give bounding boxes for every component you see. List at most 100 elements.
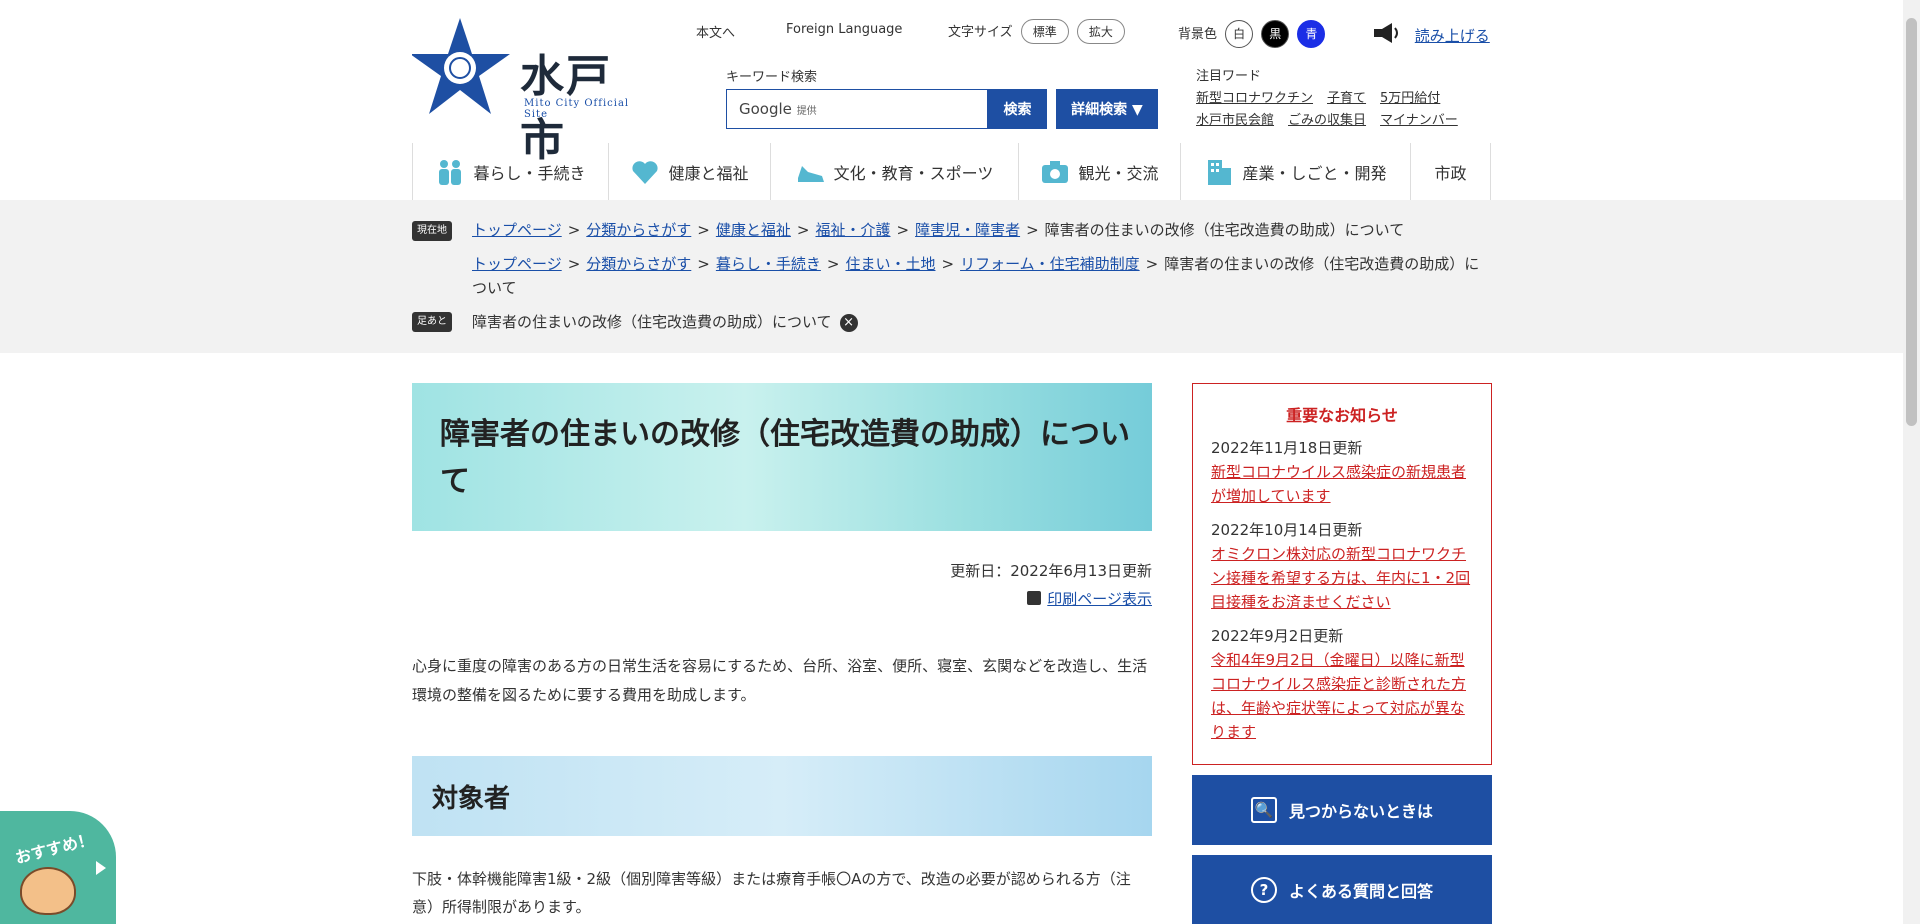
current-location-tag: 現在地 <box>412 221 452 241</box>
recommend-label: おすすめ！ <box>13 829 96 868</box>
google-label: Google <box>739 100 792 118</box>
foreign-language-link[interactable]: Foreign Language <box>786 22 902 37</box>
nav-item-city-admin[interactable]: 市政 <box>1410 143 1491 200</box>
hot-words: 注目ワード 新型コロナワクチン 子育て 5万円給付 水戸市民会館 ごみの収集日 マイナン… <box>1196 66 1472 132</box>
breadcrumb-link[interactable]: 健康と福祉 <box>716 221 791 239</box>
nav-label: 産業・しごと・開発 <box>1242 163 1387 183</box>
footprint-tag: 足あと <box>412 312 452 332</box>
nav-label: 市政 <box>1434 163 1467 183</box>
page-scrollbar[interactable] <box>1903 0 1920 924</box>
hot-words-label: 注目ワード <box>1196 69 1262 84</box>
nav-label: 暮らし・手続き <box>473 163 586 183</box>
mascot-icon <box>20 867 76 915</box>
shoe-icon <box>796 158 826 186</box>
notice-link[interactable]: 新型コロナウイルス感染症の新規患者が増加しています <box>1211 460 1473 508</box>
notice-date: 2022年9月2日更新 <box>1211 627 1344 645</box>
megaphone-icon <box>1372 22 1402 43</box>
read-aloud[interactable]: 読み上げる <box>1372 22 1490 46</box>
breadcrumb-current: 障害者の住まいの改修（住宅改造費の助成）について <box>1044 221 1405 239</box>
notice-date: 2022年11月18日更新 <box>1211 439 1363 457</box>
hot-word-link[interactable]: 新型コロナワクチン <box>1196 91 1313 106</box>
hot-word-link[interactable]: マイナンバー <box>1380 113 1458 128</box>
heart-icon <box>630 158 660 186</box>
section-heading-band: 対象者 <box>412 756 1152 836</box>
font-size-label: 文字サイズ <box>948 25 1013 40</box>
print-page-link[interactable]: 印刷ページ表示 <box>1047 590 1152 608</box>
not-found-label: 見つからないときは <box>1288 802 1433 821</box>
nav-label: 健康と福祉 <box>668 163 749 183</box>
breadcrumb-link[interactable]: トップページ <box>472 255 562 273</box>
faq-button[interactable]: ? よくある質問と回答 <box>1192 855 1492 924</box>
site-header: 水戸市 Mito City Official Site 本文へ Foreign … <box>0 0 1920 200</box>
site-logo[interactable]: 水戸市 Mito City Official Site <box>412 16 652 166</box>
intro-text: 心身に重度の障害のある方の日常生活を容易にするため、台所、浴室、便所、寝室、玄関… <box>412 657 1148 704</box>
search-document-icon: 🔍 <box>1250 797 1277 823</box>
advanced-search-button[interactable]: 詳細検索 ▼ <box>1056 89 1158 129</box>
bg-blue-button[interactable]: 青 <box>1297 20 1326 48</box>
mito-star-icon <box>412 18 510 114</box>
bg-white-button[interactable]: 白 <box>1225 20 1254 48</box>
breadcrumb-trail-2: トップページ > 分類からさがす > 暮らし・手続き > 住まい・土地 > リフォーム・住宅補助… <box>472 255 1480 297</box>
nav-label: 文化・教育・スポーツ <box>833 163 994 183</box>
play-arrow-icon <box>96 861 106 875</box>
breadcrumb-trail-1: トップページ > 分類からさがす > 健康と福祉 > 福祉・介護 > 障害児・障害者 > 障害者の住… <box>472 221 1405 239</box>
notice-link[interactable]: 令和4年9月2日（金曜日）以降に新型コロナウイルス感染症と診断された方は、年齢や… <box>1211 648 1473 744</box>
breadcrumb-link[interactable]: 分類からさがす <box>586 221 691 239</box>
nav-label: 観光・交流 <box>1078 163 1159 183</box>
close-icon[interactable]: × <box>839 313 858 332</box>
scrollbar-thumb[interactable] <box>1906 18 1917 426</box>
provider-note: 提供 <box>796 106 817 117</box>
hot-word-link[interactable]: 水戸市民会館 <box>1196 113 1274 128</box>
notice-title: 重要なお知らせ <box>1286 406 1398 425</box>
question-icon: ? <box>1250 877 1277 903</box>
section-heading: 対象者 <box>432 784 511 814</box>
hot-word-link[interactable]: 子育て <box>1327 91 1366 106</box>
important-notice: 重要なお知らせ 2022年11月18日更新 新型コロナウイルス感染症の新規患者が… <box>1192 383 1492 765</box>
skip-to-content-link[interactable]: 本文へ <box>696 22 735 41</box>
search-button[interactable]: 検索 <box>988 89 1047 129</box>
nav-item-living[interactable]: 暮らし・手続き <box>412 143 608 200</box>
nav-item-industry[interactable]: 産業・しごと・開発 <box>1180 143 1410 200</box>
keyword-search-label: キーワード検索 <box>726 70 818 85</box>
breadcrumb-link[interactable]: 暮らし・手続き <box>716 255 821 273</box>
font-size-standard-button[interactable]: 標準 <box>1020 19 1069 44</box>
breadcrumb-link[interactable]: 住まい・土地 <box>845 255 935 273</box>
hot-word-link[interactable]: ごみの収集日 <box>1288 113 1366 128</box>
nav-item-culture[interactable]: 文化・教育・スポーツ <box>770 143 1018 200</box>
page-title: 障害者の住まいの改修（住宅改造費の助成）について <box>440 417 1130 499</box>
breadcrumb-link[interactable]: 分類からさがす <box>586 255 691 273</box>
breadcrumb-link[interactable]: トップページ <box>472 221 562 239</box>
bg-color-label: 背景色 <box>1178 27 1218 42</box>
breadcrumb: 現在地 トップページ > 分類からさがす > 健康と福祉 > 福祉・介護 > 障害児・障害者 > 障… <box>0 200 1920 353</box>
breadcrumb-link[interactable]: 障害児・障害者 <box>915 221 1020 239</box>
target-text: 下肢・体幹機能障害1級・2級（個別障害等級）または療育手帳〇Aの方で、改造の必要… <box>412 870 1131 916</box>
page-title-band: 障害者の住まいの改修（住宅改造費の助成）について <box>412 383 1152 531</box>
nav-item-health[interactable]: 健康と福祉 <box>608 143 770 200</box>
bg-black-button[interactable]: 黒 <box>1261 20 1290 48</box>
printer-icon <box>1027 591 1042 605</box>
font-size-large-button[interactable]: 拡大 <box>1076 19 1125 44</box>
search-provider: Google 提供 <box>739 100 817 118</box>
font-size-control: 文字サイズ 標準 拡大 <box>948 19 1125 44</box>
recommend-widget[interactable]: おすすめ！ <box>0 811 116 924</box>
search-input[interactable]: Google 提供 <box>726 89 988 129</box>
footprint-item[interactable]: 障害者の住まいの改修（住宅改造費の助成）について <box>472 313 832 331</box>
print-link[interactable]: 印刷ページ表示 <box>760 588 1152 609</box>
footprint-trail: 障害者の住まいの改修（住宅改造費の助成）について × <box>472 310 1492 334</box>
logo-subtitle: Mito City Official Site <box>524 98 630 120</box>
nav-item-tourism[interactable]: 観光・交流 <box>1018 143 1180 200</box>
notice-link[interactable]: オミクロン株対応の新型コロナワクチン接種を希望する方は、年内に1・2回目接種をお… <box>1211 542 1473 614</box>
people-icon <box>435 158 465 186</box>
camera-icon <box>1040 158 1070 186</box>
breadcrumb-link[interactable]: 福祉・介護 <box>815 221 890 239</box>
building-icon <box>1204 158 1234 186</box>
updated-date: 更新日：2022年6月13日更新 <box>950 562 1152 580</box>
breadcrumb-link[interactable]: リフォーム・住宅補助制度 <box>960 255 1140 273</box>
notice-date: 2022年10月14日更新 <box>1211 521 1363 539</box>
read-aloud-link[interactable]: 読み上げる <box>1415 27 1490 45</box>
global-nav: 暮らし・手続き 健康と福祉 文化・教育・スポーツ 観光・交流 産業・しごと・開発… <box>412 143 1491 200</box>
hot-word-link[interactable]: 5万円給付 <box>1380 91 1440 106</box>
not-found-button[interactable]: 🔍 見つからないときは <box>1192 775 1492 845</box>
faq-label: よくある質問と回答 <box>1288 882 1433 901</box>
background-color-control: 背景色 白 黒 青 <box>1178 20 1326 48</box>
